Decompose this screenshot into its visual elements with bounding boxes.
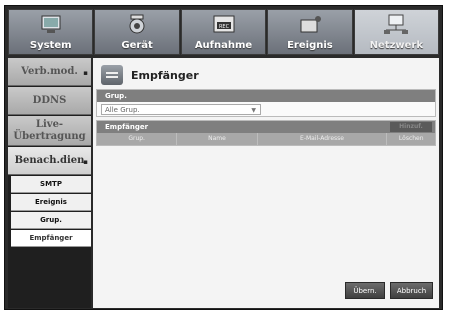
recipients-header: Empfänger Hinzuf. — [97, 121, 435, 133]
sidebar: Verb.mod. ▪ DDNS Live- Übertragung Benac… — [8, 58, 91, 308]
marker-icon: ▪ — [83, 68, 88, 77]
main-tabs: System Gerät REC Aufnahme Ereignis Netzw… — [8, 9, 440, 55]
recipients-title: Empfänger — [105, 123, 149, 131]
recipients-section: Empfänger Hinzuf. Grup. Name E-Mail-Adre… — [96, 120, 436, 146]
cancel-button[interactable]: Abbruch — [390, 282, 433, 299]
group-select[interactable]: Alle Grup. ▼ — [101, 104, 261, 115]
column-header-name: Name — [177, 133, 258, 145]
tab-label: Gerät — [121, 40, 153, 51]
tab-label: Aufnahme — [194, 40, 253, 51]
column-header-group: Grup. — [97, 133, 178, 145]
dvr-setup-window: System Gerät REC Aufnahme Ereignis Netzw… — [4, 5, 443, 310]
group-section: Grup. Alle Grup. ▼ — [96, 89, 436, 117]
page-title: Empfänger — [131, 68, 199, 82]
tab-label: Netzwerk — [369, 40, 423, 51]
system-icon — [41, 15, 61, 33]
chevron-down-icon: ▼ — [251, 107, 256, 114]
sidebar-subitem-grup[interactable]: Grup. — [11, 212, 91, 229]
sidebar-subitem-ereignis[interactable]: Ereignis — [11, 194, 91, 211]
rec-icon: REC — [213, 15, 235, 33]
group-select-value: Alle Grup. — [105, 106, 140, 114]
sidebar-item-label: Verb.mod. — [21, 66, 78, 77]
sidebar-item-label: Benach.dien — [14, 155, 85, 166]
recipients-table-header: Grup. Name E-Mail-Adresse Löschen — [97, 133, 435, 145]
camera-icon — [129, 14, 145, 34]
tab-ereignis[interactable]: Ereignis — [267, 9, 353, 55]
sidebar-item-live-uebertragung[interactable]: Live- Übertragung — [8, 116, 91, 146]
marker-icon: ▪ — [83, 157, 88, 166]
event-icon — [300, 16, 321, 33]
column-header-email: E-Mail-Adresse — [258, 133, 388, 145]
list-icon — [101, 65, 123, 85]
add-button[interactable]: Hinzuf. — [390, 122, 432, 132]
sidebar-item-label: Live- Übertragung — [13, 119, 86, 142]
sidebar-item-verb-mod[interactable]: Verb.mod. ▪ — [8, 58, 91, 86]
content-panel: Empfänger Grup. Alle Grup. ▼ Empfänger H… — [93, 58, 439, 308]
tab-label: System — [29, 40, 72, 51]
tab-netzwerk[interactable]: Netzwerk — [353, 9, 440, 55]
tab-aufnahme[interactable]: REC Aufnahme — [180, 9, 267, 55]
sidebar-item-benach-dien[interactable]: Benach.dien ▪ — [8, 147, 91, 175]
tab-geraet[interactable]: Gerät — [94, 9, 180, 55]
column-header-delete: Löschen — [398, 135, 424, 142]
sidebar-subitem-empfaenger[interactable]: Empfänger — [11, 230, 91, 247]
sidebar-item-label: DDNS — [32, 95, 67, 106]
group-header: Grup. — [97, 90, 435, 102]
page-header: Empfänger — [101, 64, 199, 86]
svg-text:REC: REC — [218, 24, 229, 30]
ok-button[interactable]: Übern. — [345, 282, 385, 299]
tab-system[interactable]: System — [8, 9, 94, 55]
tab-label: Ereignis — [287, 40, 333, 51]
sidebar-item-ddns[interactable]: DDNS — [8, 87, 91, 115]
sidebar-subitem-smtp[interactable]: SMTP — [11, 176, 91, 193]
network-icon — [384, 14, 409, 34]
